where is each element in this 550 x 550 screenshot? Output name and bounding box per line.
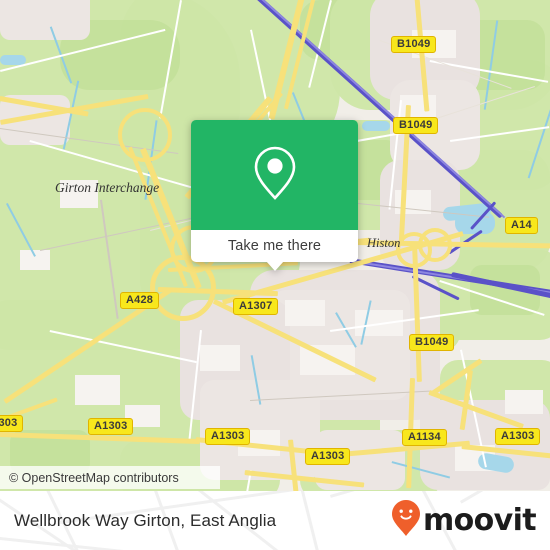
moovit-wordmark: moovit [422, 503, 537, 538]
road-shield-b1049-n2: B1049 [393, 117, 439, 134]
road-shield-a1303-s: A1303 [305, 448, 351, 465]
popup-label: Take me there [227, 238, 322, 254]
road-shield-a1307: A1307 [233, 298, 279, 315]
road-shield-a1134: A1134 [402, 429, 447, 446]
road-shield-a1303-c: A1303 [205, 428, 251, 445]
road-shield-a1303-w: A1303 [0, 415, 24, 432]
moovit-smiley-pin-icon [391, 499, 421, 542]
map-screenshot: Girton Interchange Histon B1049 B1049 A1… [0, 0, 550, 550]
map-attribution[interactable]: © OpenStreetMap contributors [0, 466, 220, 489]
popup-pointer [265, 261, 284, 271]
take-me-there-popup[interactable]: Take me there [191, 120, 358, 271]
moovit-logo[interactable]: moovit [391, 499, 537, 542]
road-shield-a1303-w2: A1303 [88, 418, 134, 435]
map-canvas[interactable]: Girton Interchange Histon B1049 B1049 A1… [0, 0, 550, 491]
popup-header [191, 120, 358, 230]
road-shield-a14: A14 [505, 217, 538, 234]
popup-action-bar[interactable]: Take me there [191, 230, 358, 262]
attribution-text: © OpenStreetMap contributors [9, 470, 179, 485]
road-shield-a428: A428 [120, 292, 160, 309]
location-title: Wellbrook Way Girton, East Anglia [14, 510, 277, 530]
map-pin-icon [252, 144, 298, 207]
road-shield-a1303-e: A1303 [495, 428, 541, 445]
road-shield-b1049-n: B1049 [391, 36, 437, 53]
footer-bar: Wellbrook Way Girton, East Anglia moovit [0, 491, 550, 550]
road-shield-b1049-s: B1049 [409, 334, 455, 351]
